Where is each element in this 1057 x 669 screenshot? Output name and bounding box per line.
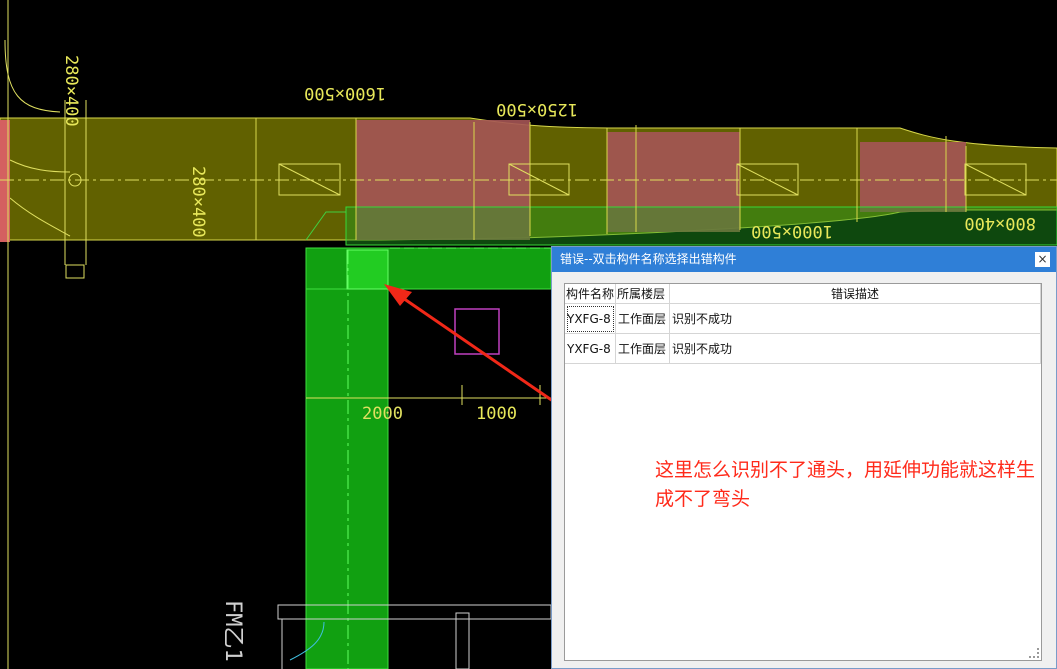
cell-component-name[interactable]: YXFG-8 [565, 333, 617, 364]
close-icon[interactable]: × [1035, 252, 1050, 267]
annotation-text: 这里怎么识别不了通头，用延伸功能就这样生成不了弯头 [655, 459, 1036, 510]
duct-label-1000x500: 1000×500 [751, 221, 833, 241]
resize-grip-icon[interactable] [1029, 648, 1039, 658]
dimension-2000: 2000 [362, 404, 403, 424]
door-label: FM乙1 [220, 600, 245, 662]
cell-floor: 工作面层 [615, 303, 671, 334]
green-duct-corner[interactable] [305, 247, 552, 290]
error-table: 构件名称 所属楼层 错误描述 YXFG-8 工作面层 识别不成功 YXFG-8 … [565, 284, 1041, 364]
dimension-1000: 1000 [476, 404, 517, 424]
column-header-floor[interactable]: 所属楼层 [615, 284, 671, 304]
column-header-desc[interactable]: 错误描述 [669, 284, 1041, 304]
cell-floor: 工作面层 [615, 333, 671, 364]
duct-label-800x400: 800×400 [964, 213, 1036, 233]
duct-label-1600x500: 1600×500 [304, 83, 386, 103]
cell-component-name[interactable]: YXFG-8 [565, 303, 617, 334]
cell-error-desc: 识别不成功 [669, 333, 1041, 364]
green-duct-vertical[interactable] [305, 247, 389, 669]
duct-label-left-middle: 280×400 [188, 166, 208, 238]
duct-label-left-vertical: 280×400 [61, 55, 81, 127]
table-row[interactable]: YXFG-8 工作面层 识别不成功 [565, 303, 1041, 334]
green-duct-horizontal[interactable] [345, 206, 1057, 246]
table-header-row: 构件名称 所属楼层 错误描述 [565, 284, 1041, 304]
dialog-titlebar[interactable]: 错误--双击构件名称选择出错构件 × [552, 247, 1056, 272]
pink-section-3 [860, 142, 966, 212]
cell-error-desc: 识别不成功 [669, 303, 1041, 334]
column-header-name[interactable]: 构件名称 [565, 284, 617, 304]
duct-label-1250x500: 1250×500 [496, 99, 578, 119]
table-row[interactable]: YXFG-8 工作面层 识别不成功 [565, 333, 1041, 364]
dialog-title: 错误--双击构件名称选择出错构件 [560, 252, 737, 266]
highlighted-error-block[interactable] [346, 249, 389, 290]
